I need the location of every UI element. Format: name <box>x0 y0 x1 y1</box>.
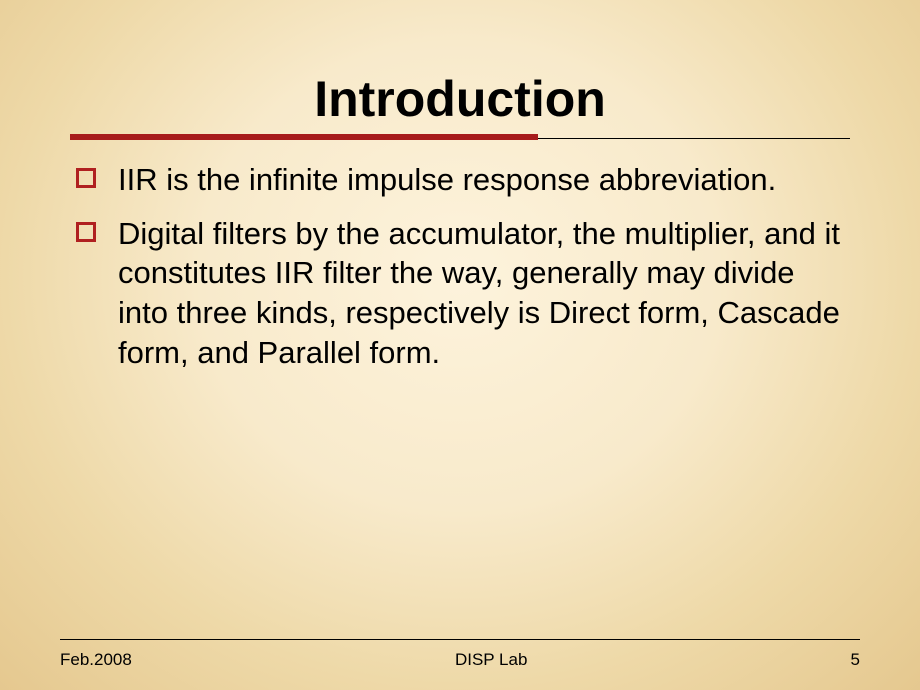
square-bullet-icon <box>76 168 96 188</box>
list-item: IIR is the infinite impulse response abb… <box>70 160 850 200</box>
footer-center: DISP Lab <box>455 650 527 670</box>
footer-date: Feb.2008 <box>60 650 132 670</box>
bullet-list: IIR is the infinite impulse response abb… <box>70 160 850 372</box>
bullet-text: Digital filters by the accumulator, the … <box>118 216 840 370</box>
footer-page-number: 5 <box>851 650 860 670</box>
slide: Introduction IIR is the infinite impulse… <box>0 0 920 690</box>
footer-rule <box>60 639 860 640</box>
slide-title: Introduction <box>70 70 850 128</box>
square-bullet-icon <box>76 222 96 242</box>
title-rule <box>70 134 850 142</box>
footer-row: Feb.2008 DISP Lab 5 <box>60 650 860 670</box>
list-item: Digital filters by the accumulator, the … <box>70 214 850 373</box>
bullet-text: IIR is the infinite impulse response abb… <box>118 162 776 197</box>
footer: Feb.2008 DISP Lab 5 <box>0 639 920 670</box>
rule-thick <box>70 134 538 140</box>
